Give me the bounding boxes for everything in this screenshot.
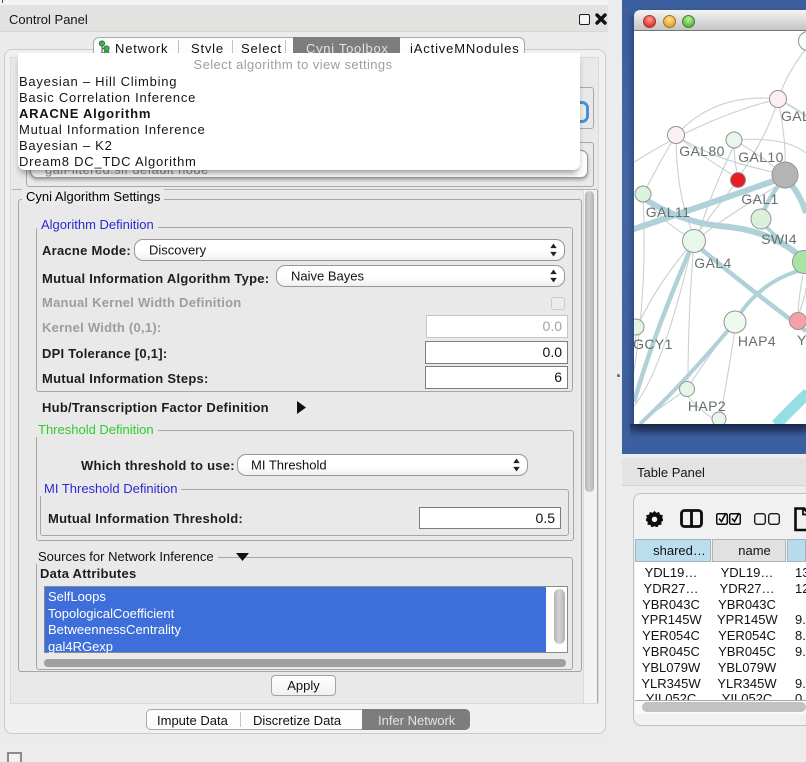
svg-text:GAL1: GAL1 <box>741 191 778 207</box>
svg-text:HAP4: HAP4 <box>738 333 776 349</box>
svg-text:SWI4: SWI4 <box>761 231 797 247</box>
svg-text:GAL11: GAL11 <box>646 204 691 220</box>
svg-text:GAL10: GAL10 <box>738 149 784 165</box>
svg-text:GCY1: GCY1 <box>634 336 673 352</box>
svg-text:Y: Y <box>797 332 806 348</box>
svg-text:GAL: GAL <box>781 108 806 124</box>
svg-text:GAL4: GAL4 <box>694 255 731 271</box>
svg-text:GAL80: GAL80 <box>679 143 725 159</box>
svg-text:HAP2: HAP2 <box>688 398 726 414</box>
